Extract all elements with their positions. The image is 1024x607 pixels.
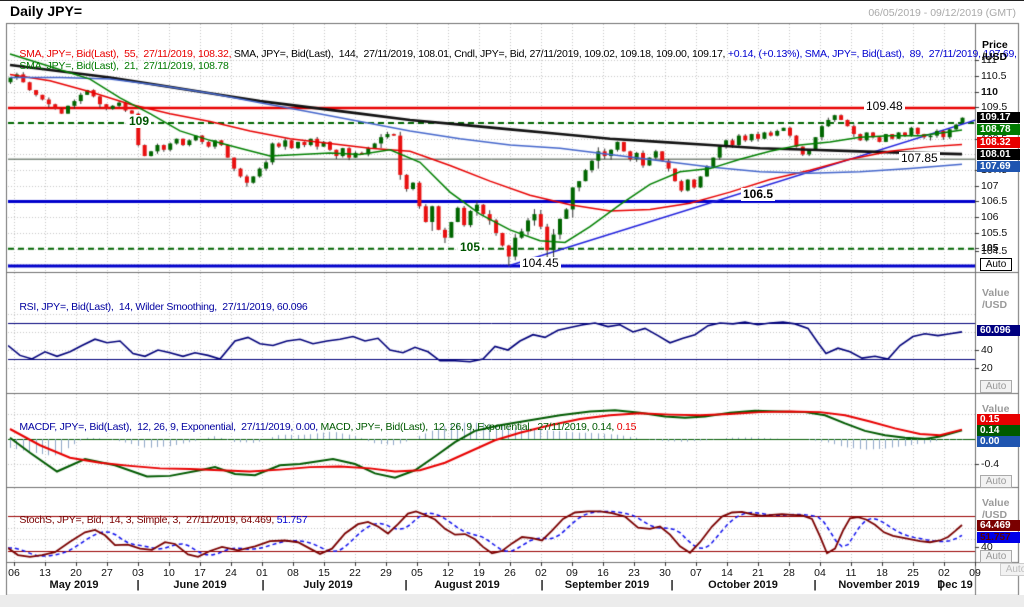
day-label: 08 [287, 567, 299, 579]
month-label: August 2019 [434, 579, 499, 591]
month-label: | [136, 579, 139, 591]
page-title: Daily JPY= [10, 3, 82, 19]
day-label: 30 [659, 567, 671, 579]
month-label: June 2019 [173, 579, 226, 591]
day-label: 10 [163, 567, 175, 579]
month-label: | [813, 579, 816, 591]
month-label: October 2019 [708, 579, 778, 591]
day-label: 29 [380, 567, 392, 579]
day-label: 17 [194, 567, 206, 579]
stoch-auto-button[interactable]: Auto [980, 550, 1012, 563]
month-label: September 2019 [565, 579, 649, 591]
day-label: 15 [318, 567, 330, 579]
day-label: 02 [535, 567, 547, 579]
month-label: November 2019 [838, 579, 919, 591]
month-label: | [670, 579, 673, 591]
day-label: 07 [690, 567, 702, 579]
day-label: 18 [876, 567, 888, 579]
day-label: 22 [349, 567, 361, 579]
day-label: 09 [969, 567, 981, 579]
day-label: 03 [132, 567, 144, 579]
day-label: 09 [566, 567, 578, 579]
month-label: | [261, 579, 264, 591]
window-bottom-strip [0, 595, 1024, 607]
day-label: 26 [504, 567, 516, 579]
day-label: 14 [721, 567, 733, 579]
macd-auto-button[interactable]: Auto [980, 475, 1012, 488]
x-axis-month-labels: May 2019 | June 2019 | July 2019 | August 2019… [0, 579, 1024, 591]
day-label: 02 [938, 567, 950, 579]
day-label: 05 [411, 567, 423, 579]
day-label: 23 [628, 567, 640, 579]
main-auto-button[interactable]: Auto [980, 258, 1012, 271]
xaxis-auto-button[interactable]: Auto [1000, 563, 1024, 576]
rsi-auto-button[interactable]: Auto [980, 380, 1012, 393]
month-label: | [540, 579, 543, 591]
day-label: 25 [907, 567, 919, 579]
month-label: July 2019 [303, 579, 353, 591]
day-label: 16 [597, 567, 609, 579]
day-label: 27 [101, 567, 113, 579]
day-label: 28 [783, 567, 795, 579]
day-label: 01 [256, 567, 268, 579]
month-label: May 2019 [50, 579, 99, 591]
chart-canvas [0, 1, 1024, 607]
day-label: 20 [70, 567, 82, 579]
month-label: | [404, 579, 407, 591]
trading-chart-window: Daily JPY= 06/05/2019 - 09/12/2019 (GMT)… [0, 0, 1024, 607]
day-label: 24 [225, 567, 237, 579]
day-label: 19 [473, 567, 485, 579]
day-label: 12 [442, 567, 454, 579]
month-label: Dec 19 [937, 579, 972, 591]
day-label: 13 [39, 567, 51, 579]
x-axis-day-labels: 06 13 20 27 03 10 17 24 01 08 15 22 29 05 12 19 26 02 09 16… [0, 567, 1024, 579]
day-label: 06 [8, 567, 20, 579]
day-label: 04 [814, 567, 826, 579]
day-label: 11 [846, 567, 857, 579]
day-label: 21 [752, 567, 764, 579]
date-range-label: 06/05/2019 - 09/12/2019 (GMT) [868, 7, 1016, 19]
